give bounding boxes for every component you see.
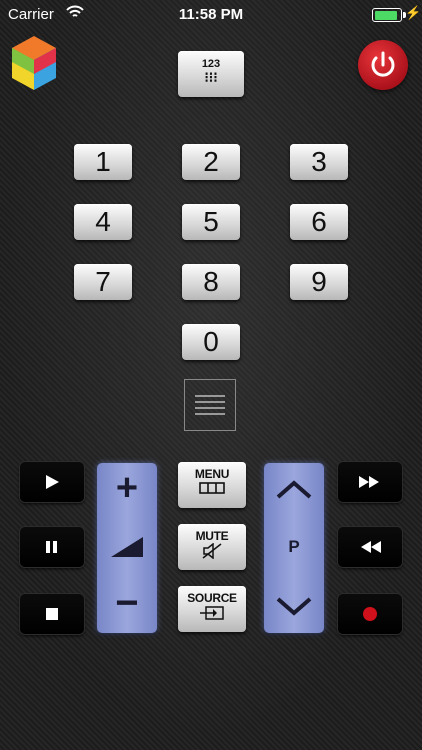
grid-icon: ⁝⁝⁝ bbox=[204, 69, 218, 85]
volume-up-button[interactable]: + bbox=[97, 467, 157, 510]
cube-logo-icon[interactable] bbox=[10, 34, 58, 96]
menu-label: MENU bbox=[194, 467, 230, 481]
channel-up-icon[interactable] bbox=[274, 477, 314, 501]
power-icon bbox=[371, 51, 395, 77]
digit-9-button[interactable]: 9 bbox=[290, 264, 348, 300]
digit-0-button[interactable]: 0 bbox=[182, 324, 240, 360]
volume-level-icon bbox=[111, 537, 143, 557]
play-button[interactable] bbox=[20, 462, 84, 502]
digit-5-button[interactable]: 5 bbox=[182, 204, 240, 240]
volume-down-button[interactable]: − bbox=[97, 581, 157, 626]
play-icon bbox=[46, 475, 59, 489]
hamburger-menu-icon[interactable] bbox=[184, 379, 236, 431]
pause-icon bbox=[46, 541, 57, 553]
digit-8-button[interactable]: 8 bbox=[182, 264, 240, 300]
digit-4-button[interactable]: 4 bbox=[74, 204, 132, 240]
fast-forward-button[interactable] bbox=[338, 462, 402, 502]
pause-button[interactable] bbox=[20, 527, 84, 567]
power-button[interactable] bbox=[358, 40, 408, 90]
mute-button[interactable]: MUTE bbox=[178, 524, 246, 570]
numpad-123-button[interactable]: 123 ⁝⁝⁝ bbox=[178, 51, 244, 97]
channel-rocker[interactable]: P bbox=[264, 463, 324, 633]
battery-icon bbox=[372, 8, 406, 22]
fast-forward-icon bbox=[359, 476, 379, 488]
digit-1-button[interactable]: 1 bbox=[74, 144, 132, 180]
digit-7-button[interactable]: 7 bbox=[74, 264, 132, 300]
menu-grid-icon bbox=[199, 482, 225, 494]
stop-icon bbox=[46, 608, 58, 620]
volume-rocker[interactable]: + − bbox=[97, 463, 157, 633]
rewind-button[interactable] bbox=[338, 527, 402, 567]
record-button[interactable] bbox=[338, 594, 402, 634]
digit-2-button[interactable]: 2 bbox=[182, 144, 240, 180]
channel-down-icon[interactable] bbox=[274, 595, 314, 619]
source-input-icon bbox=[200, 606, 224, 620]
digit-3-button[interactable]: 3 bbox=[290, 144, 348, 180]
source-label: SOURCE bbox=[187, 591, 237, 605]
digit-6-button[interactable]: 6 bbox=[290, 204, 348, 240]
clock: 11:58 PM bbox=[178, 6, 244, 23]
rewind-icon bbox=[361, 541, 381, 553]
mute-icon bbox=[202, 542, 222, 560]
source-button[interactable]: SOURCE bbox=[178, 586, 246, 632]
record-icon bbox=[363, 607, 377, 621]
channel-label: P bbox=[288, 537, 300, 556]
status-bar: Carrier 11:58 PM ⚡ bbox=[0, 0, 422, 30]
mute-label: MUTE bbox=[195, 529, 229, 543]
charging-bolt-icon: ⚡ bbox=[405, 5, 422, 20]
menu-button[interactable]: MENU bbox=[178, 462, 246, 508]
stop-button[interactable] bbox=[20, 594, 84, 634]
